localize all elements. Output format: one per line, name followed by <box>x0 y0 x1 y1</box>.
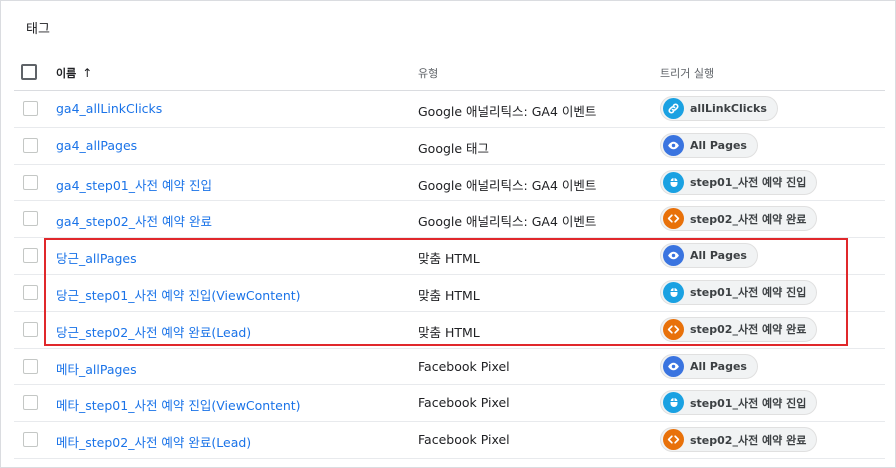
table-row: ga4_step02_사전 예약 완료 Google 애널리틱스: GA4 이벤트… <box>14 201 885 239</box>
click-icon <box>663 171 684 193</box>
table-row: ga4_allPages Google 태그 All Pages <box>14 128 885 165</box>
eye-icon <box>663 355 684 377</box>
trigger-chip[interactable]: All Pages <box>660 243 758 269</box>
trigger-label: step02_사전 예약 완료 <box>690 323 807 337</box>
row-checkbox[interactable] <box>23 432 38 448</box>
code-icon <box>663 208 684 230</box>
tag-type: 맞춤 HTML <box>418 287 480 303</box>
trigger-chip[interactable]: step01_사전 예약 진입 <box>660 169 818 195</box>
trigger-label: allLinkClicks <box>690 102 767 115</box>
code-icon <box>663 429 684 451</box>
tag-name-link[interactable]: 당근_step02_사전 예약 완료(Lead) <box>56 322 251 341</box>
trigger-label: All Pages <box>690 249 747 263</box>
link-icon <box>663 98 684 119</box>
eye-icon <box>663 245 684 267</box>
trigger-chip[interactable]: step01_사전 예약 진입 <box>660 279 818 305</box>
tag-name-link[interactable]: ga4_allLinkClicks <box>56 101 162 116</box>
table-header: 이름 ↑ 유형 트리거 실행 <box>14 57 885 91</box>
trigger-chip[interactable]: step02_사전 예약 완료 <box>660 206 818 232</box>
row-checkbox[interactable] <box>23 358 38 374</box>
trigger-label: All Pages <box>690 138 747 152</box>
trigger-chip[interactable]: step01_사전 예약 진입 <box>660 390 818 416</box>
row-checkbox[interactable] <box>23 321 38 337</box>
trigger-chip[interactable]: step02_사전 예약 완료 <box>660 427 818 453</box>
row-checkbox[interactable] <box>23 211 38 227</box>
table-row: ga4_step01_사전 예약 진입 Google 애널리틱스: GA4 이벤트… <box>14 165 885 202</box>
table-row: 당근_step02_사전 예약 완료(Lead) 맞춤 HTML step02_사전… <box>14 312 885 349</box>
row-checkbox[interactable] <box>23 395 38 411</box>
trigger-chip[interactable]: All Pages <box>660 353 758 379</box>
table-row: 당근_step01_사전 예약 진입(ViewContent) 맞춤 HTML st… <box>14 275 885 312</box>
row-checkbox[interactable] <box>23 284 38 300</box>
sort-ascending-icon: ↑ <box>82 66 93 80</box>
tag-type: Google 애널리틱스: GA4 이벤트 <box>418 214 597 230</box>
table-row: 당근_allPages 맞춤 HTML All Pages <box>14 238 885 275</box>
tag-name-link[interactable]: ga4_step02_사전 예약 완료 <box>56 211 212 230</box>
table-row: ga4_allLinkClicks Google 애널리틱스: GA4 이벤트 al… <box>14 91 885 128</box>
trigger-chip[interactable]: allLinkClicks <box>660 96 778 121</box>
tag-name-link[interactable]: 메타_allPages <box>56 359 137 378</box>
eye-icon <box>663 134 684 156</box>
column-header-trigger[interactable]: 트리거 실행 <box>660 65 714 81</box>
row-checkbox[interactable] <box>23 137 38 153</box>
trigger-chip[interactable]: All Pages <box>660 132 758 158</box>
trigger-label: All Pages <box>690 359 747 373</box>
column-header-name-label: 이름 <box>56 67 77 80</box>
tag-type: Google 애널리틱스: GA4 이벤트 <box>418 104 597 119</box>
table-row: 메타_allPages Facebook Pixel All Pages <box>14 349 885 386</box>
table-row: 메타_step01_사전 예약 진입(ViewContent) Facebook … <box>14 385 885 423</box>
trigger-label: step02_사전 예약 완료 <box>690 433 807 447</box>
trigger-label: step01_사전 예약 진입 <box>690 396 807 410</box>
tag-name-link[interactable]: 당근_allPages <box>56 248 137 267</box>
row-checkbox[interactable] <box>23 248 38 264</box>
tag-name-link[interactable]: ga4_allPages <box>56 138 137 153</box>
tag-type: Facebook Pixel <box>418 432 510 448</box>
tag-type: Google 애널리틱스: GA4 이벤트 <box>418 177 597 193</box>
select-all-checkbox[interactable] <box>21 64 37 80</box>
table-row: 메타_step02_사전 예약 완료(Lead) Facebook Pixel st… <box>14 422 885 459</box>
column-header-type[interactable]: 유형 <box>418 65 438 81</box>
tag-type: 맞춤 HTML <box>418 324 480 340</box>
tag-name-link[interactable]: ga4_step01_사전 예약 진입 <box>56 175 212 194</box>
trigger-label: step01_사전 예약 진입 <box>690 286 807 300</box>
tag-name-link[interactable]: 메타_step02_사전 예약 완료(Lead) <box>56 432 251 451</box>
click-icon <box>663 281 684 303</box>
code-icon <box>663 318 684 340</box>
tag-type: Facebook Pixel <box>418 358 510 374</box>
row-checkbox[interactable] <box>23 174 38 190</box>
tag-type: Google 태그 <box>418 140 490 156</box>
tag-name-link[interactable]: 당근_step01_사전 예약 진입(ViewContent) <box>56 285 301 304</box>
click-icon <box>663 392 684 414</box>
row-checkbox[interactable] <box>23 101 38 116</box>
trigger-chip[interactable]: step02_사전 예약 완료 <box>660 316 818 342</box>
tag-table-body: ga4_allLinkClicks Google 애널리틱스: GA4 이벤트 al… <box>14 91 885 459</box>
tag-name-link[interactable]: 메타_step01_사전 예약 진입(ViewContent) <box>56 395 301 414</box>
tag-type: Facebook Pixel <box>418 395 510 411</box>
trigger-label: step02_사전 예약 완료 <box>690 212 807 226</box>
tags-panel: 태그 이름 ↑ 유형 트리거 실행 ga4_allLinkClicks Googl… <box>0 0 896 468</box>
tag-type: 맞춤 HTML <box>418 251 480 267</box>
trigger-label: step01_사전 예약 진입 <box>690 176 807 190</box>
panel-title: 태그 <box>26 22 50 37</box>
column-header-name[interactable]: 이름 ↑ <box>56 65 92 81</box>
